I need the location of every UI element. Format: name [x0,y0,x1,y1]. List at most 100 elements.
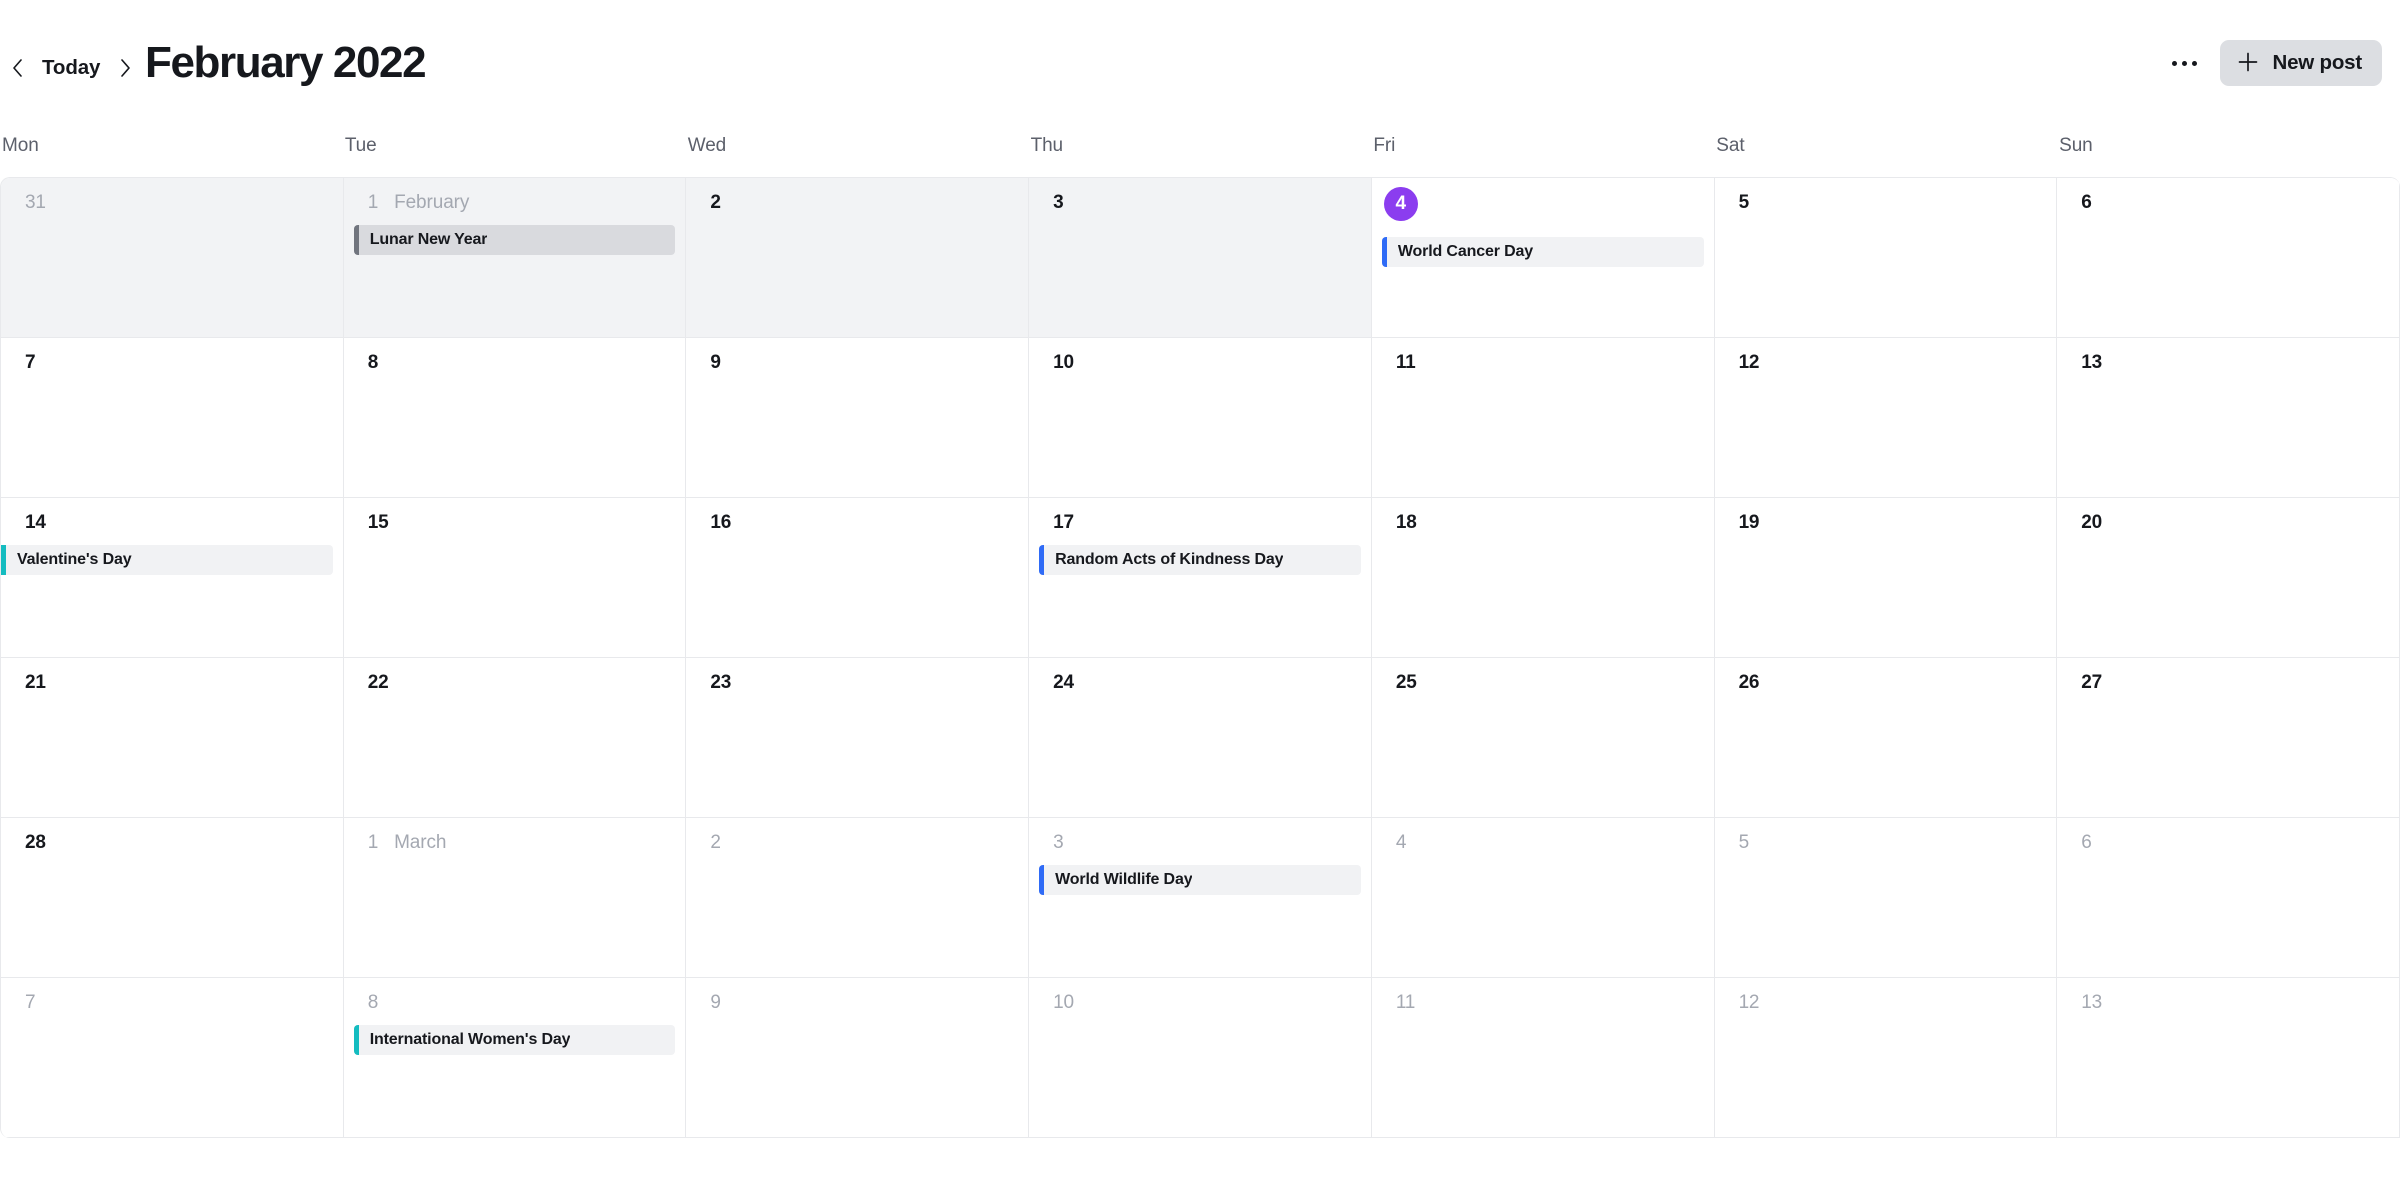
calendar-day-cell[interactable]: 19 [1714,498,2058,658]
calendar-day-cell[interactable]: 4 [1371,818,1715,978]
day-number: 20 [2081,512,2103,533]
calendar-day-cell[interactable]: 25 [1371,658,1715,818]
calendar-event[interactable]: Lunar New Year [353,225,676,255]
event-color-bar [1039,865,1045,895]
calendar-day-cell[interactable]: 3 [1029,178,1372,338]
calendar-day-cell[interactable]: 24 [1029,658,1372,818]
calendar-day-cell[interactable]: 13 [2057,338,2400,498]
day-number: 21 [25,672,46,693]
event-color-bar [1,545,6,575]
day-number: 2 [710,192,721,213]
calendar-day-cell[interactable]: 2 [686,818,1030,978]
calendar-event[interactable]: World Wildlife Day [1039,865,1361,895]
calendar-day-cell[interactable]: 2 [686,178,1030,338]
calendar-day-cell[interactable]: 11 [1371,978,1715,1138]
calendar-day-cell[interactable]: 10 [1029,978,1372,1138]
day-number: 11 [1395,992,1416,1013]
day-number: 12 [1738,352,1760,373]
day-number: 9 [710,992,721,1013]
calendar-day-cell[interactable]: 9 [686,338,1030,498]
calendar-day-cell[interactable]: 6 [2057,818,2400,978]
day-number: 19 [1738,512,1760,533]
event-color-bar [353,1025,359,1055]
calendar-day-cell[interactable]: 3 World Wildlife Day [1029,818,1372,978]
calendar-day-cell[interactable]: 17 Random Acts of Kindness Day [1029,498,1372,658]
ellipsis-icon[interactable] [2162,41,2206,85]
calendar-day-cell[interactable]: 1 February Lunar New Year [343,178,687,338]
calendar-day-cell[interactable]: 16 [686,498,1030,658]
calendar-toolbar: Today February 2022 New post [0,0,2400,135]
calendar-day-cell[interactable]: 11 [1371,338,1715,498]
calendar-day-cell[interactable]: 6 [2057,178,2400,338]
day-number: 10 [1053,352,1074,373]
day-number: 2 [710,832,721,853]
event-title: World Cancer Day [1397,243,1533,260]
calendar-day-cell[interactable]: 9 [686,978,1030,1138]
event-title: Random Acts of Kindness Day [1055,551,1284,568]
calendar-day-cell[interactable]: 5 [1714,818,2058,978]
calendar-day-cell[interactable]: 15 [343,498,687,658]
weekday-label-wed: Wed [687,135,727,156]
event-list: International Women's Day [344,1025,686,1055]
chevron-left-icon[interactable] [0,51,34,85]
calendar-day-cell[interactable]: 7 [1,338,344,498]
day-number: 16 [710,512,732,533]
calendar-day-cell[interactable]: 22 [343,658,687,818]
day-number: 3 [1053,192,1064,213]
event-title: Valentine's Day [17,551,132,568]
calendar-day-cell[interactable]: 5 [1714,178,2058,338]
event-title: World Wildlife Day [1055,871,1193,888]
day-number: 25 [1395,672,1417,693]
day-number: 10 [1053,992,1074,1013]
calendar-day-cell[interactable]: 28 [1,818,344,978]
day-number: 7 [25,352,36,373]
month-label: February [394,192,470,213]
day-number: 12 [1738,992,1760,1013]
calendar-event[interactable]: Valentine's Day [1,545,333,575]
toolbar-actions: New post [2162,40,2382,86]
calendar-day-cell[interactable]: 23 [686,658,1030,818]
calendar-day-cell[interactable]: 20 [2057,498,2400,658]
event-color-bar [1381,237,1387,267]
calendar-day-cell[interactable]: 1 March [343,818,687,978]
new-post-button[interactable]: New post [2220,40,2382,86]
weekday-label-tue: Tue [344,135,377,156]
event-list: World Cancer Day [1372,237,1714,267]
today-button[interactable]: Today [34,52,108,84]
calendar-day-cell[interactable]: 27 [2057,658,2400,818]
day-number: 18 [1395,512,1417,533]
calendar-day-cell[interactable]: 4 World Cancer Day [1371,178,1715,338]
day-number: 11 [1395,352,1416,373]
calendar-day-cell[interactable]: 18 [1371,498,1715,658]
calendar-day-cell[interactable]: 31 [1,178,344,338]
chevron-right-icon[interactable] [108,51,142,85]
day-number: 22 [367,672,389,693]
weekday-label-mon: Mon [2,135,39,156]
event-color-bar [353,225,359,255]
calendar-event[interactable]: World Cancer Day [1381,237,1704,267]
calendar-event[interactable]: Random Acts of Kindness Day [1039,545,1361,575]
calendar-day-cell[interactable]: 26 [1714,658,2058,818]
calendar-day-cell[interactable]: 8 International Women's Day [343,978,687,1138]
calendar-day-cell[interactable]: 7 [1,978,344,1138]
day-number: 13 [2081,992,2103,1013]
calendar-day-cell[interactable]: 14 Valentine's Day [1,498,344,658]
weekday-label-sat: Sat [1716,135,1745,156]
day-number: 26 [1738,672,1760,693]
day-number: 8 [367,992,379,1013]
calendar-day-cell[interactable]: 12 [1714,338,2058,498]
weekday-label-sun: Sun [2059,135,2093,156]
calendar-day-cell[interactable]: 12 [1714,978,2058,1138]
calendar-day-cell[interactable]: 10 [1029,338,1372,498]
calendar-day-cell[interactable]: 13 [2057,978,2400,1138]
day-number: 13 [2081,352,2103,373]
calendar-day-cell[interactable]: 21 [1,658,344,818]
day-number: 6 [2081,192,2092,213]
event-list: Random Acts of Kindness Day [1029,545,1371,575]
calendar-event[interactable]: International Women's Day [353,1025,676,1055]
calendar-navigation: Today [0,48,142,88]
day-number: 1 [367,832,379,853]
calendar-day-cell[interactable]: 8 [343,338,687,498]
calendar-grid: 31 1 February Lunar New Year 2 3 4 World Cancer… [0,177,2400,1138]
day-number: 28 [25,832,46,853]
